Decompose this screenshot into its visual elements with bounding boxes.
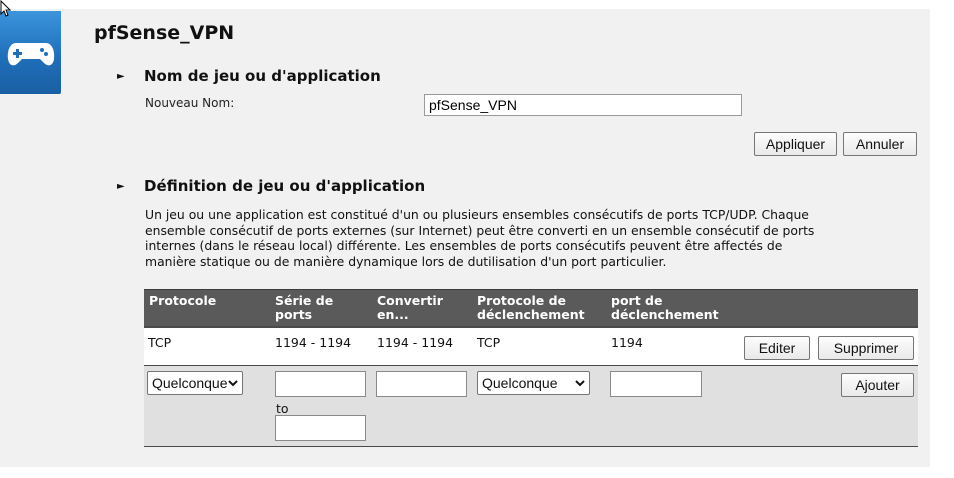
description-line: internes (dans le réseau local) différen… [145, 238, 783, 253]
table-header: Protocole Série de ports Convertir en...… [144, 289, 918, 327]
port-from-input[interactable] [275, 371, 366, 397]
apply-button[interactable]: Appliquer [754, 132, 837, 156]
mouse-cursor-icon [0, 0, 12, 17]
edit-button[interactable]: Editer [744, 336, 810, 360]
cell-trigger-port: 1194 [611, 335, 643, 350]
protocol-select-value: Quelconque [152, 375, 228, 391]
gamepad-icon [7, 43, 55, 66]
table-bottom-border [144, 446, 918, 447]
to-label: to [276, 401, 289, 416]
cell-port-range: 1194 - 1194 [275, 335, 352, 350]
section-expand-arrow-icon[interactable]: ► [117, 181, 125, 192]
section-title-definition: Définition de jeu ou d'application [144, 177, 426, 195]
cell-protocol: TCP [148, 335, 172, 350]
section-title-name: Nom de jeu ou d'application [144, 67, 381, 85]
description-line: Un jeu ou une application est constitué … [145, 207, 809, 222]
trigger-port-input[interactable] [610, 371, 702, 397]
header-port-range: Série de ports [275, 293, 334, 322]
cancel-button[interactable]: Annuler [843, 132, 917, 156]
chevron-down-icon [228, 380, 238, 387]
header-convert: Convertir en... [377, 293, 443, 322]
protocol-select[interactable]: Quelconque [147, 371, 243, 395]
port-to-input[interactable] [275, 415, 366, 441]
add-button[interactable]: Ajouter [841, 373, 914, 397]
new-name-label: Nouveau Nom: [145, 96, 235, 110]
app-icon-tile [0, 11, 61, 94]
description-line: ensemble consécutif de ports externes (s… [145, 222, 815, 238]
trigger-protocol-select-value: Quelconque [482, 375, 558, 391]
chevron-down-icon [575, 380, 585, 387]
convert-input[interactable] [376, 371, 467, 397]
cell-trigger-protocol: TCP [477, 335, 501, 350]
section-expand-arrow-icon[interactable]: ► [117, 71, 125, 82]
header-protocol: Protocole [149, 293, 217, 308]
page-title: pfSense_VPN [94, 22, 235, 44]
description-text: Un jeu ou une application est constitué … [145, 207, 925, 269]
header-trigger-protocol: Protocole de déclenchement [477, 293, 585, 322]
header-trigger-port: port de déclenchement [611, 293, 719, 322]
cell-convert: 1194 - 1194 [377, 335, 454, 350]
trigger-protocol-select[interactable]: Quelconque [477, 371, 590, 395]
description-line: manière statique ou de manière dynamique… [145, 253, 667, 269]
new-name-input[interactable] [424, 94, 742, 116]
delete-button[interactable]: Supprimer [818, 336, 914, 360]
new-entry-row: Quelconque to Quelconque Ajouter [144, 366, 918, 446]
table-row: TCP 1194 - 1194 1194 - 1194 TCP 1194 Edi… [144, 328, 918, 366]
